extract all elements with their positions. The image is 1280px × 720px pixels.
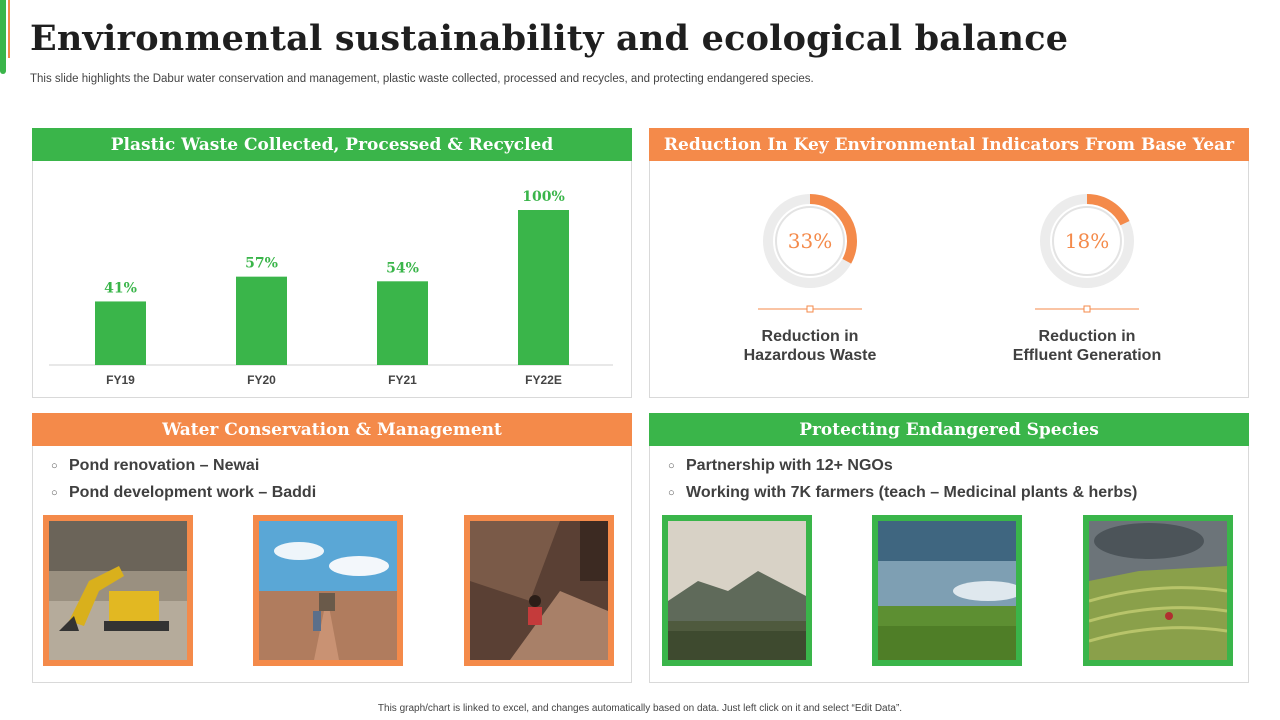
- page-title: Environmental sustainability and ecologi…: [30, 18, 1069, 59]
- terrace-farm-photo[interactable]: [1083, 515, 1233, 666]
- data-label-fy22e: 100%: [522, 189, 565, 205]
- title-accent-bar: [0, 0, 6, 74]
- bar-fy20[interactable]: [236, 276, 287, 365]
- water-conservation-panel: Water Conservation & Management ○ Pond re…: [32, 413, 632, 683]
- donut-value-text: 33%: [788, 229, 832, 253]
- plastic-waste-panel: Plastic Waste Collected, Processed & Rec…: [32, 128, 632, 398]
- plastic-waste-bar-chart[interactable]: 41% FY19 57% FY20 54% FY21 100% FY22E: [33, 162, 631, 397]
- plastic-waste-heading: Plastic Waste Collected, Processed & Rec…: [32, 128, 632, 161]
- page-subtitle: This slide highlights the Dabur water co…: [30, 73, 814, 85]
- bullet-text: Pond renovation – Newai: [69, 456, 260, 474]
- bullet-text: Working with 7K farmers (teach – Medicin…: [686, 483, 1138, 501]
- divider-marker: [1083, 305, 1091, 313]
- divider-marker: [806, 305, 814, 313]
- bullet-text: Partnership with 12+ NGOs: [686, 456, 893, 474]
- digging-worker-photo[interactable]: [464, 515, 614, 666]
- bar-fy19[interactable]: [95, 301, 146, 365]
- tick-label-fy22e: FY22E: [525, 373, 562, 387]
- hazardous-waste-label-line1: Reduction in: [761, 328, 859, 345]
- donut-value-text: 18%: [1065, 229, 1109, 253]
- data-label-fy21: 54%: [386, 260, 419, 276]
- hazardous-waste-label-line2: Hazardous Waste: [743, 347, 877, 364]
- effluent-generation-label: Reduction in Effluent Generation: [977, 327, 1197, 365]
- list-item: ○ Partnership with 12+ NGOs: [668, 452, 1137, 479]
- excavator-photo[interactable]: [43, 515, 193, 666]
- footer-note: This graph/chart is linked to excel, and…: [377, 703, 903, 714]
- hazardous-waste-indicator: 33% Reduction in Hazardous Waste: [700, 189, 920, 365]
- bullet-text: Pond development work – Baddi: [69, 483, 317, 501]
- bullet-circle-icon: ○: [668, 459, 675, 472]
- endangered-species-heading: Protecting Endangered Species: [649, 413, 1249, 446]
- bullet-circle-icon: ○: [51, 486, 58, 499]
- mountain-field-photo[interactable]: [662, 515, 812, 666]
- bullet-circle-icon: ○: [668, 486, 675, 499]
- tick-label-fy20: FY20: [247, 373, 276, 387]
- species-bullet-list: ○ Partnership with 12+ NGOs ○ Working with…: [668, 452, 1137, 506]
- endangered-species-panel: Protecting Endangered Species ○ Partnersh…: [649, 413, 1249, 683]
- list-item: ○ Pond renovation – Newai: [51, 452, 316, 479]
- effluent-generation-label-line1: Reduction in: [1038, 328, 1136, 345]
- construction-site-photo[interactable]: [253, 515, 403, 666]
- effluent-generation-indicator: 18% Reduction in Effluent Generation: [977, 189, 1197, 365]
- effluent-generation-label-line2: Effluent Generation: [1012, 347, 1162, 364]
- green-field-photo[interactable]: [872, 515, 1022, 666]
- reduction-panel: Reduction In Key Environmental Indicator…: [649, 128, 1249, 398]
- reduction-heading: Reduction In Key Environmental Indicator…: [649, 128, 1249, 161]
- hazardous-waste-donut: 33%: [758, 194, 862, 313]
- effluent-generation-donut: 18%: [1035, 194, 1139, 313]
- data-label-fy19: 41%: [104, 280, 137, 296]
- donut-value-arc: [1086, 194, 1130, 226]
- bullet-circle-icon: ○: [51, 459, 58, 472]
- tick-label-fy21: FY21: [388, 373, 417, 387]
- data-label-fy20: 57%: [245, 256, 278, 272]
- list-item: ○ Working with 7K farmers (teach – Medici…: [668, 479, 1137, 506]
- list-item: ○ Pond development work – Baddi: [51, 479, 316, 506]
- hazardous-waste-label: Reduction in Hazardous Waste: [700, 327, 920, 365]
- water-conservation-heading: Water Conservation & Management: [32, 413, 632, 446]
- water-bullet-list: ○ Pond renovation – Newai ○ Pond developme…: [51, 452, 316, 506]
- bar-fy22e[interactable]: [518, 210, 569, 365]
- tick-label-fy19: FY19: [106, 373, 135, 387]
- bar-fy21[interactable]: [377, 281, 428, 365]
- title-accent-line: [8, 0, 10, 58]
